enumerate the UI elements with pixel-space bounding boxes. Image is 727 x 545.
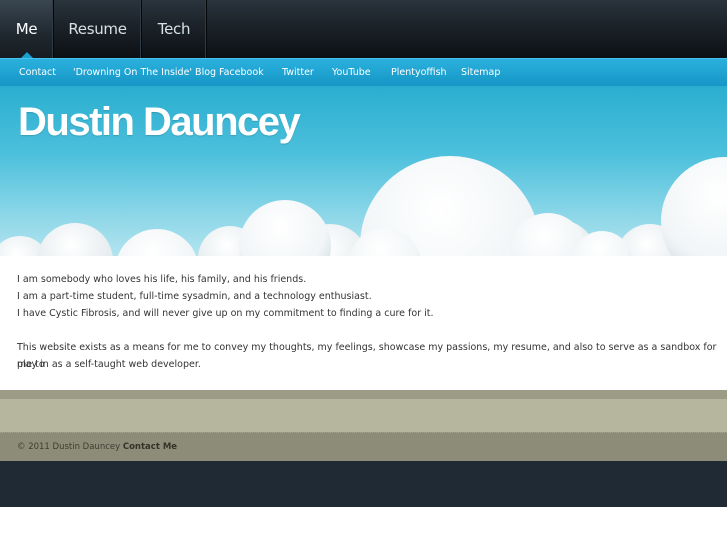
main-content: I am somebody who loves his life, his fa… [0,256,727,390]
page-bottom [0,461,727,545]
intro-line-1: I am somebody who loves his life, his fa… [17,274,307,285]
tab-tech-label: Tech [157,20,191,38]
intro-line-2: I am a part-time student, full-time sysa… [17,291,372,302]
sub-navigation: Contact 'Drowning On The Inside' Blog Fa… [0,58,727,86]
copyright-text: © 2011 Dustin Dauncey [17,442,121,452]
subnav-link-blog[interactable]: 'Drowning On The Inside' Blog [73,59,216,86]
footer-text: © 2011 Dustin Dauncey Contact Me [17,433,177,461]
footer-band [0,399,727,432]
page-bottom-blank [0,507,727,545]
footer-band-top [0,390,727,399]
footer-contact-link[interactable]: Contact Me [123,442,177,452]
subnav-link-twitter[interactable]: Twitter [282,59,314,86]
subnav-link-youtube[interactable]: YouTube [332,59,371,86]
about-line-2: play in as a self-taught web developer. [17,359,201,370]
intro-line-3: I have Cystic Fibrosis, and will never g… [17,308,434,319]
subnav-link-facebook[interactable]: Facebook [219,59,264,86]
subnav-link-plentyoffish[interactable]: Plentyoffish [391,59,447,86]
top-navigation: Me Resume Tech [0,0,727,58]
tab-me-label: Me [15,20,38,38]
tab-resume[interactable]: Resume [54,0,142,58]
tab-me[interactable]: Me [0,0,54,58]
header-banner: Dustin Dauncey [0,86,727,256]
tab-resume-label: Resume [68,20,127,38]
subnav-link-sitemap[interactable]: Sitemap [461,59,500,86]
tab-tech[interactable]: Tech [142,0,207,58]
site-title: Dustin Dauncey [18,100,301,144]
subnav-link-contact[interactable]: Contact [19,59,56,86]
footer: © 2011 Dustin Dauncey Contact Me [0,432,727,461]
